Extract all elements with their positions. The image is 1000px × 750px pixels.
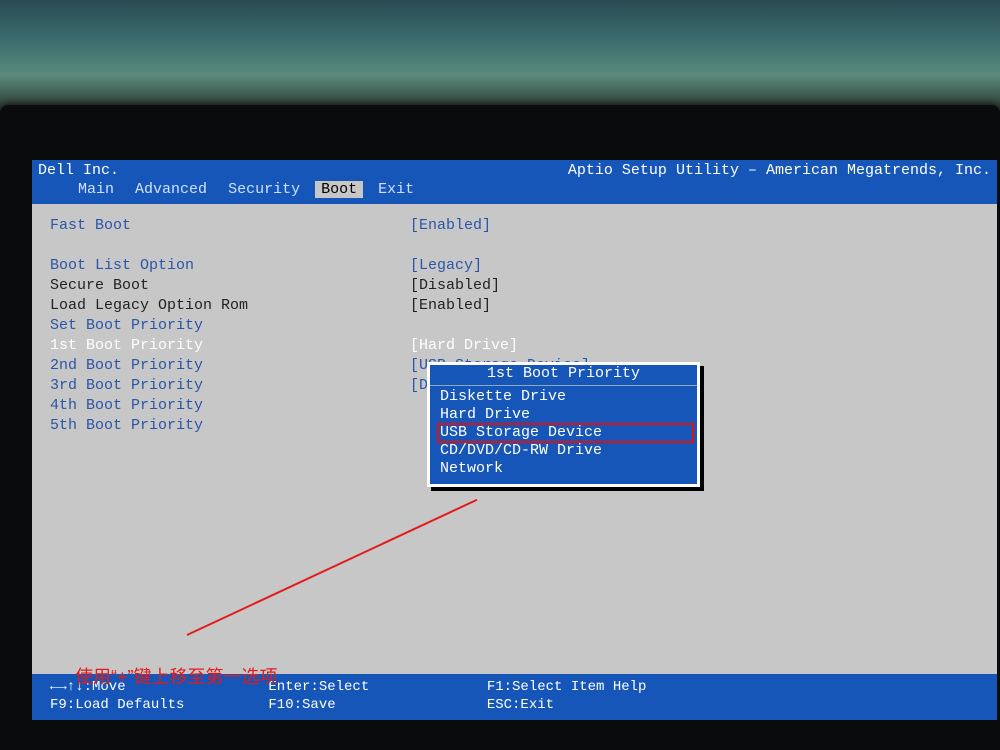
bios-menubar: Main Advanced Security Boot Exit [32, 179, 997, 204]
boot-panel: Fast Boot[Enabled] Boot List Option[Lega… [32, 204, 997, 656]
secure-boot-label: Secure Boot [50, 276, 410, 296]
boot-list-option-value[interactable]: [Legacy] [410, 256, 482, 276]
load-legacy-rom-value[interactable]: [Enabled] [410, 296, 491, 316]
boot-priority-1-value[interactable]: [Hard Drive] [410, 336, 518, 356]
hint-esc: ESC:Exit [487, 696, 697, 714]
popup-item-cd-dvd[interactable]: CD/DVD/CD-RW Drive [438, 442, 693, 460]
fast-boot-label: Fast Boot [50, 216, 410, 236]
utility-label: Aptio Setup Utility – American Megatrend… [568, 162, 991, 179]
popup-title: 1st Boot Priority [430, 365, 697, 386]
vendor-label: Dell Inc. [38, 162, 119, 179]
popup-item-network[interactable]: Network [438, 460, 693, 478]
boot-priority-4-label[interactable]: 4th Boot Priority [50, 396, 410, 416]
boot-priority-3-label[interactable]: 3rd Boot Priority [50, 376, 410, 396]
tab-security[interactable]: Security [222, 181, 306, 198]
secure-boot-value[interactable]: [Disabled] [410, 276, 500, 296]
boot-priority-2-label[interactable]: 2nd Boot Priority [50, 356, 410, 376]
hint-f10: F10:Save [268, 696, 478, 714]
hint-enter: Enter:Select [268, 678, 478, 696]
hint-f9: F9:Load Defaults [50, 696, 260, 714]
popup-item-usb-storage[interactable]: USB Storage Device [438, 424, 693, 442]
boot-priority-5-label[interactable]: 5th Boot Priority [50, 416, 410, 436]
fast-boot-value[interactable]: [Enabled] [410, 216, 491, 236]
tab-advanced[interactable]: Advanced [129, 181, 213, 198]
tab-boot[interactable]: Boot [315, 181, 363, 198]
annotation-text: 使用“+”键上移至第一选项 [75, 663, 278, 689]
set-boot-priority-label[interactable]: Set Boot Priority [50, 316, 410, 336]
popup-item-hard-drive[interactable]: Hard Drive [438, 406, 693, 424]
annotation-arrow [187, 499, 478, 636]
tab-main[interactable]: Main [72, 181, 120, 198]
hint-f1: F1:Select Item Help [487, 678, 697, 696]
load-legacy-rom-label: Load Legacy Option Rom [50, 296, 410, 316]
popup-item-diskette[interactable]: Diskette Drive [438, 388, 693, 406]
tab-exit[interactable]: Exit [372, 181, 420, 198]
boot-list-option-label: Boot List Option [50, 256, 410, 276]
boot-priority-popup[interactable]: 1st Boot Priority Diskette Drive Hard Dr… [427, 362, 700, 487]
boot-priority-1-label[interactable]: 1st Boot Priority [50, 336, 410, 356]
